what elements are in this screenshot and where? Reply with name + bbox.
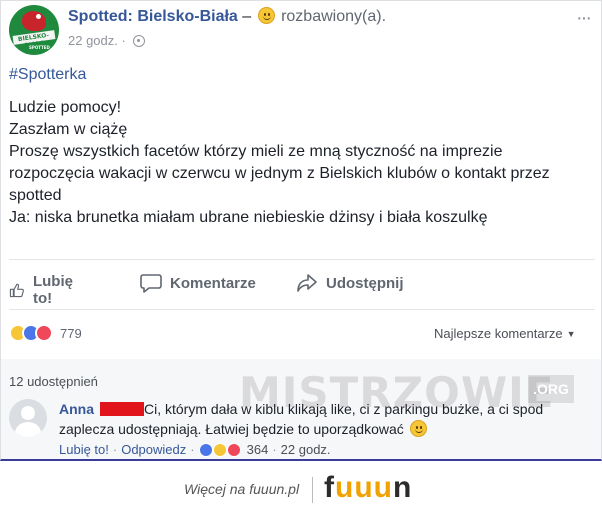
smiley-icon [257, 7, 275, 24]
haha-reaction-icon [212, 442, 227, 457]
commenter-avatar[interactable] [9, 399, 47, 437]
post-line: rozpoczęcia wakacji w czerwcu w jednym z… [9, 165, 550, 182]
comment-like-link[interactable]: Lubię to! [59, 442, 109, 457]
meta-dot: · [121, 33, 126, 48]
comment-button[interactable]: Komentarze [140, 273, 256, 293]
comment-body: Anna Ci, którym dała w kiblu klikają like… [59, 399, 579, 439]
comment-text: zaplecza udostępniają. Łatwiej będzie to… [59, 421, 404, 437]
reactions-summary[interactable]: 779 [9, 324, 82, 342]
share-icon [297, 274, 317, 292]
comment-reaction-count[interactable]: 364 [247, 442, 269, 457]
more-icon[interactable]: ··· [576, 7, 592, 30]
comment-author[interactable]: Anna [59, 401, 94, 417]
reaction-count: 779 [60, 325, 82, 341]
page-avatar[interactable]: BIELSKO-BIAŁA SPOTTED [9, 5, 59, 55]
comment-label: Komentarze [170, 274, 256, 292]
comment-sort-dropdown[interactable]: Najlepsze komentarze ▼ [434, 326, 576, 341]
post-line: spotted [9, 187, 62, 204]
comment-text: Ci, którym dała w kiblu klikają like, ci… [144, 401, 544, 417]
love-reaction-icon [35, 324, 53, 342]
sort-label: Najlepsze komentarze [434, 326, 563, 341]
page-name-link[interactable]: Spotted: Bielsko-Biała [68, 8, 238, 25]
share-button[interactable]: Udostępnij [296, 273, 404, 293]
post-line: Ja: niska brunetka miałam ubrane niebies… [9, 209, 488, 226]
like-button[interactable]: Lubię to! [9, 273, 79, 307]
smiley-icon [409, 420, 427, 437]
comment-time[interactable]: 22 godz. [281, 442, 331, 457]
footer: Więcej na fuuun.pl fuuun [0, 463, 602, 505]
meta-sep: · [112, 442, 118, 457]
meta-sep: · [272, 442, 277, 457]
avatar-logo-sub: SPOTTED [29, 45, 50, 50]
feeling-text: rozbawiony(a). [281, 8, 387, 25]
post-line: Proszę wszystkich facetów którzy mieli z… [9, 143, 503, 160]
redacted-surname [100, 402, 144, 416]
footer-divider [312, 477, 313, 503]
share-label: Udostępnij [326, 274, 404, 292]
meta-sep: · [190, 442, 195, 457]
bird-logo-icon [22, 11, 46, 31]
post-time[interactable]: 22 godz. [68, 33, 118, 48]
shares-count[interactable]: 12 udostępnień [9, 374, 98, 389]
comment-icon [140, 274, 162, 293]
post-meta: 22 godz. · [68, 33, 146, 48]
footer-brand-logo[interactable]: fuuun [324, 471, 412, 505]
like-icon [9, 283, 24, 298]
like-label: Lubię to! [32, 273, 73, 307]
divider [9, 259, 595, 260]
post-card: BIELSKO-BIAŁA SPOTTED Spotted: Bielsko-B… [0, 0, 602, 461]
hashtag-link[interactable]: #Spotterka [9, 66, 86, 84]
divider [9, 309, 595, 310]
comment-reply-link[interactable]: Odpowiedz [121, 442, 186, 457]
post-text: Ludzie pomocy! Zaszłam w ciążę Proszę ws… [9, 97, 599, 229]
footer-link-text[interactable]: Więcej na fuuun.pl [184, 481, 299, 497]
post-line: Zaszłam w ciążę [9, 121, 128, 138]
caret-down-icon: ▼ [566, 329, 576, 339]
comment-meta: Lubię to! · Odpowiedz · 364 · 22 godz. [59, 442, 331, 457]
love-reaction-icon [226, 442, 241, 457]
post-line: Ludzie pomocy! [9, 99, 122, 116]
globe-icon [133, 35, 146, 47]
post-header: Spotted: Bielsko-Biała – rozbawiony(a). [68, 7, 386, 26]
header-dash: – [242, 8, 252, 25]
like-reaction-icon [198, 442, 213, 457]
